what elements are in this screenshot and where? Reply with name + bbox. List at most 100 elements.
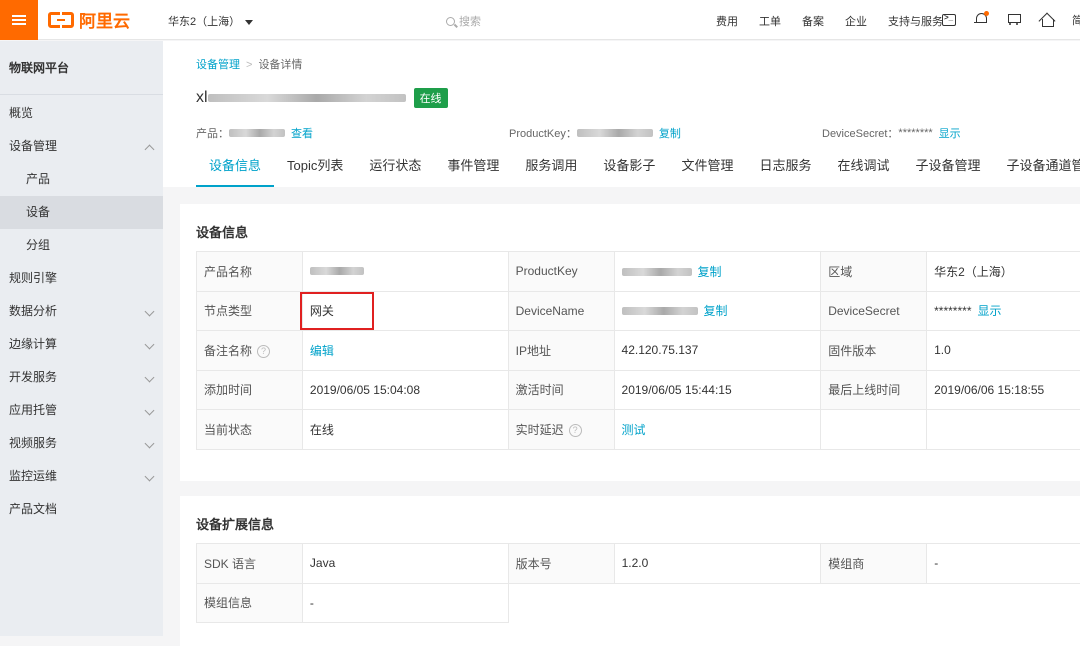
aliyun-logo-icon <box>48 12 74 28</box>
chevron-down-icon <box>145 307 155 317</box>
product-label: 产品： <box>196 125 229 141</box>
devicename-label: DeviceName <box>508 291 614 331</box>
redacted-product-name <box>229 129 285 137</box>
firmware-value: 1.0 <box>927 331 1080 371</box>
aliyun-logo[interactable]: 阿里云 <box>48 7 130 32</box>
region-value: 华东2（上海） <box>927 252 1080 292</box>
redacted-productkey <box>622 268 692 276</box>
edit-remark-link[interactable]: 编辑 <box>310 344 334 358</box>
module-vendor-value: - <box>927 544 1080 584</box>
search-box[interactable]: 搜索 <box>446 13 481 29</box>
table-row: SDK 语言 Java 版本号 1.2.0 模组商 - <box>197 544 1080 584</box>
top-nav: 费用 工单 备案 企业 支持与服务 <box>716 13 964 29</box>
tab-online-debug[interactable]: 在线调试 <box>824 155 902 187</box>
activated-time-label: 激活时间 <box>508 370 614 410</box>
nav-enterprise[interactable]: 企业 <box>845 13 867 29</box>
main-content: 设备管理>设备详情 xl 在线 产品： 查看 ProductKey： 复制 De… <box>163 41 1080 636</box>
sidebar-item-edge-computing[interactable]: 边缘计算 <box>0 328 163 361</box>
tab-subdevice-channel[interactable]: 子设备通道管理 <box>994 155 1080 187</box>
activated-time-value: 2019/06/05 15:44:15 <box>614 370 821 410</box>
devicesecret-masked: ******** <box>898 127 932 139</box>
nav-fees[interactable]: 费用 <box>716 13 738 29</box>
productkey-copy-link[interactable]: 复制 <box>698 265 722 279</box>
devicesecret-label: DeviceSecret： <box>822 125 898 141</box>
tab-file-management[interactable]: 文件管理 <box>668 155 746 187</box>
devicesecret-show-link[interactable]: 显示 <box>939 125 961 141</box>
redacted-devicename <box>622 307 698 315</box>
device-info-title: 设备信息 <box>196 222 248 241</box>
added-time-value: 2019/06/05 15:04:08 <box>302 370 508 410</box>
sidebar-item-device[interactable]: 设备 <box>0 196 163 229</box>
firmware-label: 固件版本 <box>821 331 927 371</box>
devicesecret-line: DeviceSecret： ******** 显示 <box>822 125 961 141</box>
empty-cell <box>927 583 1080 623</box>
sidebar-item-overview[interactable]: 概览 <box>0 97 163 130</box>
sidebar-item-dev-services[interactable]: 开发服务 <box>0 361 163 394</box>
chevron-down-icon <box>145 340 155 350</box>
tab-service-call[interactable]: 服务调用 <box>512 155 590 187</box>
tab-event-management[interactable]: 事件管理 <box>434 155 512 187</box>
nav-support[interactable]: 支持与服务 <box>888 13 943 29</box>
empty-cell <box>821 583 927 623</box>
extension-info-table: SDK 语言 Java 版本号 1.2.0 模组商 - 模组信息 - <box>196 543 1080 623</box>
product-name-value <box>302 252 508 292</box>
sidebar-item-device-management[interactable]: 设备管理 <box>0 130 163 163</box>
product-view-link[interactable]: 查看 <box>291 125 313 141</box>
search-placeholder: 搜索 <box>459 13 481 29</box>
devicename-copy-link[interactable]: 复制 <box>704 304 728 318</box>
sidebar-item-group[interactable]: 分组 <box>0 229 163 262</box>
devicename-value: 复制 <box>614 291 821 331</box>
sidebar-item-monitoring[interactable]: 监控运维 <box>0 460 163 493</box>
remark-name-label: 备注名称? <box>197 331 303 371</box>
tab-device-shadow[interactable]: 设备影子 <box>590 155 668 187</box>
sidebar-item-rule-engine[interactable]: 规则引擎 <box>0 262 163 295</box>
nav-icp[interactable]: 备案 <box>802 13 824 29</box>
sidebar-item-product-docs[interactable]: 产品文档 <box>0 493 163 526</box>
hamburger-menu-button[interactable] <box>0 0 38 40</box>
notification-dot <box>984 11 989 16</box>
cart-icon[interactable] <box>1006 11 1022 27</box>
help-icon[interactable]: ? <box>569 424 582 437</box>
language-link[interactable]: 简 <box>1072 12 1080 28</box>
current-status-label: 当前状态 <box>197 410 303 450</box>
sidebar-item-product[interactable]: 产品 <box>0 163 163 196</box>
sidebar-item-data-analysis[interactable]: 数据分析 <box>0 295 163 328</box>
breadcrumb-separator: > <box>246 59 252 71</box>
latency-value: 测试 <box>614 410 821 450</box>
breadcrumb: 设备管理 > 设备详情 <box>196 56 302 72</box>
chevron-up-icon <box>145 145 155 155</box>
breadcrumb-device-management[interactable]: 设备管理 <box>196 59 240 71</box>
breadcrumb-current: 设备详情 <box>258 59 302 71</box>
tab-device-info[interactable]: 设备信息 <box>196 155 274 187</box>
chevron-down-icon <box>145 373 155 383</box>
home-icon[interactable] <box>1039 11 1055 27</box>
devicesecret-show-link[interactable]: 显示 <box>977 304 1001 318</box>
tab-running-status[interactable]: 运行状态 <box>356 155 434 187</box>
sidebar: 物联网平台 概览 设备管理 产品 设备 分组 规则引擎 数据分析 边缘计算 开发… <box>0 41 163 636</box>
latency-test-link[interactable]: 测试 <box>622 423 646 437</box>
device-title: xl 在线 <box>196 88 448 108</box>
sidebar-item-app-hosting[interactable]: 应用托管 <box>0 394 163 427</box>
product-name-label: 产品名称 <box>197 252 303 292</box>
nav-tickets[interactable]: 工单 <box>759 13 781 29</box>
help-icon[interactable]: ? <box>257 345 270 358</box>
region-selector[interactable]: 华东2（上海） <box>168 13 253 29</box>
tab-subdevice-management[interactable]: 子设备管理 <box>902 155 993 187</box>
last-online-value: 2019/06/06 15:18:55 <box>927 370 1080 410</box>
tab-log-service[interactable]: 日志服务 <box>746 155 824 187</box>
version-label: 版本号 <box>508 544 614 584</box>
terminal-icon[interactable] <box>942 14 956 26</box>
module-vendor-label: 模组商 <box>821 544 927 584</box>
device-header: 设备管理>设备详情 xl 在线 产品： 查看 ProductKey： 复制 De… <box>163 41 1080 187</box>
table-row: 产品名称 ProductKey 复制 区域 华东2（上海） <box>197 252 1080 292</box>
tab-topic-list[interactable]: Topic列表 <box>274 155 356 187</box>
bell-icon[interactable] <box>973 11 989 27</box>
chevron-down-icon <box>145 406 155 416</box>
productkey-copy-link[interactable]: 复制 <box>659 125 681 141</box>
sidebar-item-video-services[interactable]: 视频服务 <box>0 427 163 460</box>
sdk-language-value: Java <box>302 544 508 584</box>
empty-cell <box>927 410 1080 450</box>
region-label: 华东2（上海） <box>168 16 240 28</box>
latency-label: 实时延迟? <box>508 410 614 450</box>
extension-info-title: 设备扩展信息 <box>196 514 274 533</box>
